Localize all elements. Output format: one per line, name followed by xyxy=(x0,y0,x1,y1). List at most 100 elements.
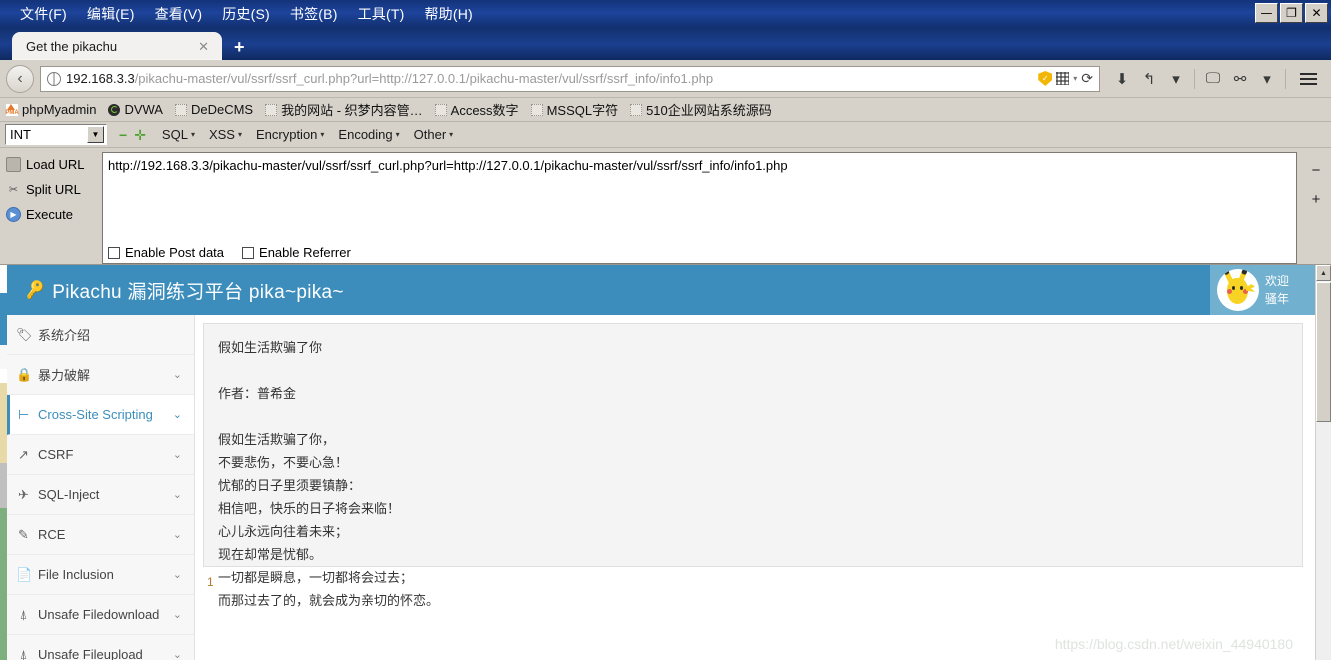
zoom-in-button[interactable]: + xyxy=(1312,191,1321,208)
bookmark-dvwa[interactable]: DVWA xyxy=(108,102,163,117)
poem-spacer xyxy=(218,359,1288,382)
qr-grid-icon[interactable] xyxy=(1056,72,1070,85)
chevron-down-icon: ⌄ xyxy=(172,369,182,381)
bookmark-mssql[interactable]: MSSQL字符 xyxy=(530,100,618,119)
history-back-icon[interactable]: ↰ xyxy=(1137,66,1161,92)
menu-encoding[interactable]: Encoding ▾ xyxy=(338,127,399,142)
close-icon[interactable]: ✕ xyxy=(193,40,214,53)
menu-history[interactable]: 历史(S) xyxy=(212,2,280,26)
sidebar-item-csrf[interactable]: ↗ CSRF ⌄ xyxy=(7,435,194,475)
menu-help[interactable]: 帮助(H) xyxy=(414,2,482,26)
generic-bookmark-icon xyxy=(630,103,643,116)
scrollbar-track[interactable] xyxy=(1316,422,1331,660)
checkbox-label: Enable Referrer xyxy=(259,245,351,260)
sidebar-item-file-inclusion[interactable]: 📄 File Inclusion ⌄ xyxy=(7,555,194,595)
bookmark-510[interactable]: 510企业网站系统源码 xyxy=(630,100,772,119)
url-bar[interactable]: 192.168.3.3/pikachu-master/vul/ssrf/ssrf… xyxy=(40,65,1100,92)
menu-view[interactable]: 查看(V) xyxy=(145,2,213,26)
download-circle-icon: ⍋ xyxy=(19,606,28,622)
generic-bookmark-icon xyxy=(434,103,447,116)
phpmyadmin-icon: PMA xyxy=(5,103,19,116)
split-url-button[interactable]: ✂ Split URL xyxy=(6,177,102,202)
menu-label: SQL xyxy=(161,127,188,142)
generic-bookmark-icon xyxy=(265,103,278,116)
chevron-down-icon: ▾ xyxy=(237,130,242,139)
bookmark-label: DeDeCMS xyxy=(190,102,254,117)
type-select[interactable]: INT ▼ xyxy=(5,124,107,145)
menu-other[interactable]: Other ▾ xyxy=(414,127,454,142)
minimize-button[interactable]: — xyxy=(1255,3,1278,23)
menu-edit[interactable]: 编辑(E) xyxy=(77,2,145,26)
bookmark-dedecms[interactable]: DeDeCMS xyxy=(174,102,254,117)
checkbox-box[interactable] xyxy=(242,246,255,259)
type-select-value: INT xyxy=(10,127,31,142)
chevron-down-icon: ▾ xyxy=(449,130,454,139)
history-chevron-down-icon[interactable]: ▾ xyxy=(1164,66,1188,92)
sidebar-item-system-intro[interactable]: 🏷 系统介绍 xyxy=(7,315,194,355)
sidebar-item-brute-force[interactable]: 🔒 暴力破解 ⌄ xyxy=(7,355,194,395)
sidebar-item-unsafe-fileupload[interactable]: ⍋ Unsafe Fileupload ⌄ xyxy=(7,635,194,660)
poem-body-line: 假如生活欺骗了你， xyxy=(218,432,336,447)
browser-tab[interactable]: Get the pikachu ✕ xyxy=(12,32,222,60)
checkbox-box[interactable] xyxy=(108,246,120,259)
bookmark-phpmyadmin[interactable]: PMA phpMyadmin xyxy=(5,102,96,117)
zoom-out-button[interactable]: − xyxy=(1312,162,1321,179)
increment-button[interactable]: ✛ xyxy=(134,128,146,142)
menu-label: Other xyxy=(413,127,447,142)
bookmark-access[interactable]: Access数字 xyxy=(434,100,519,119)
menu-bookmarks[interactable]: 书签(B) xyxy=(280,2,348,26)
load-url-label: Load URL xyxy=(26,157,85,172)
menu-file[interactable]: 文件(F) xyxy=(10,2,77,26)
bookmark-mysite[interactable]: 我的网站 - 织梦内容管… xyxy=(265,100,423,119)
menu-label: Encoding xyxy=(338,127,393,142)
menu-encryption[interactable]: Encryption ▾ xyxy=(256,127,324,142)
pikachu-avatar xyxy=(1217,269,1259,311)
poem-title: 假如生活欺骗了你 xyxy=(218,340,323,355)
scroll-up-button[interactable]: ▲ xyxy=(1316,265,1331,281)
welcome-line-1: 欢迎 xyxy=(1265,274,1290,288)
restore-button[interactable]: ❐ xyxy=(1280,3,1303,23)
enable-post-data-checkbox[interactable]: Enable Post data xyxy=(108,245,224,260)
load-url-button[interactable]: Load URL xyxy=(6,152,102,177)
screen-icon[interactable]: 🖵 xyxy=(1201,66,1225,92)
chevron-down-icon[interactable]: ▼ xyxy=(87,126,104,143)
sidebar-item-cross-site-scripting[interactable]: ⊢ Cross-Site Scripting ⌄ xyxy=(7,395,194,435)
sidebar-item-sql-inject[interactable]: ✈ SQL-Inject ⌄ xyxy=(7,475,194,515)
menu-hamburger-icon[interactable] xyxy=(1292,72,1325,85)
plugin-icon[interactable]: ⚯ xyxy=(1228,66,1252,92)
poem-body-line: 心儿永远向往着未来； xyxy=(218,524,349,539)
scrollbar-thumb[interactable] xyxy=(1316,282,1331,422)
enable-referrer-checkbox[interactable]: Enable Referrer xyxy=(242,245,351,260)
download-icon[interactable]: ⬇ xyxy=(1110,66,1134,92)
plugin-chevron-down-icon[interactable]: ▾ xyxy=(1255,66,1279,92)
url-bar-icons: ✓ ▾ ⟳ xyxy=(1038,70,1095,87)
shield-icon[interactable]: ✓ xyxy=(1038,71,1053,86)
sidebar-item-unsafe-filedownload[interactable]: ⍋ Unsafe Filedownload ⌄ xyxy=(7,595,194,635)
sidebar-item-rce[interactable]: ✎ RCE ⌄ xyxy=(7,515,194,555)
new-tab-button[interactable]: + xyxy=(234,38,245,56)
chevron-down-icon: ⌄ xyxy=(172,529,182,541)
hackbar-toolbar: INT ▼ − ✛ SQL ▾ XSS ▾ Encryption ▾ Encod… xyxy=(0,122,1331,148)
hackbar-checkboxes: Enable Post data Enable Referrer xyxy=(108,245,351,260)
menu-xss[interactable]: XSS ▾ xyxy=(209,127,242,142)
bookmark-label: 510企业网站系统源码 xyxy=(646,103,772,118)
url-host: 192.168.3.3 xyxy=(66,71,135,86)
bookmarks-bar: PMA phpMyadmin DVWA DeDeCMS 我的网站 - 织梦内容管… xyxy=(0,98,1331,122)
page-scrollbar[interactable]: ▲ xyxy=(1315,265,1331,660)
close-button[interactable]: ✕ xyxy=(1305,3,1328,23)
menu-sql[interactable]: SQL ▾ xyxy=(162,127,195,142)
reload-icon[interactable]: ⟳ xyxy=(1081,70,1093,87)
menu-tools[interactable]: 工具(T) xyxy=(348,2,415,26)
back-arrow-icon[interactable]: ‹ xyxy=(6,64,34,93)
sidebar-item-label: Unsafe Fileupload xyxy=(38,647,143,660)
hackbar-menus: SQL ▾ XSS ▾ Encryption ▾ Encoding ▾ Othe… xyxy=(162,127,453,142)
page-body: 🏷 系统介绍 🔒 暴力破解 ⌄ ⊢ Cross-Site Scripting ⌄… xyxy=(7,315,1315,660)
chevron-down-icon: ▾ xyxy=(395,130,400,139)
execute-button[interactable]: ▶ Execute xyxy=(6,202,102,227)
user-widget[interactable]: 欢迎 骚年 xyxy=(1210,265,1315,315)
divider xyxy=(1285,68,1286,89)
sidebar-item-label: RCE xyxy=(38,527,66,542)
bookmark-label: DVWA xyxy=(124,102,163,117)
decrement-button[interactable]: − xyxy=(119,128,127,142)
chevron-down-icon[interactable]: ▾ xyxy=(1073,74,1077,83)
